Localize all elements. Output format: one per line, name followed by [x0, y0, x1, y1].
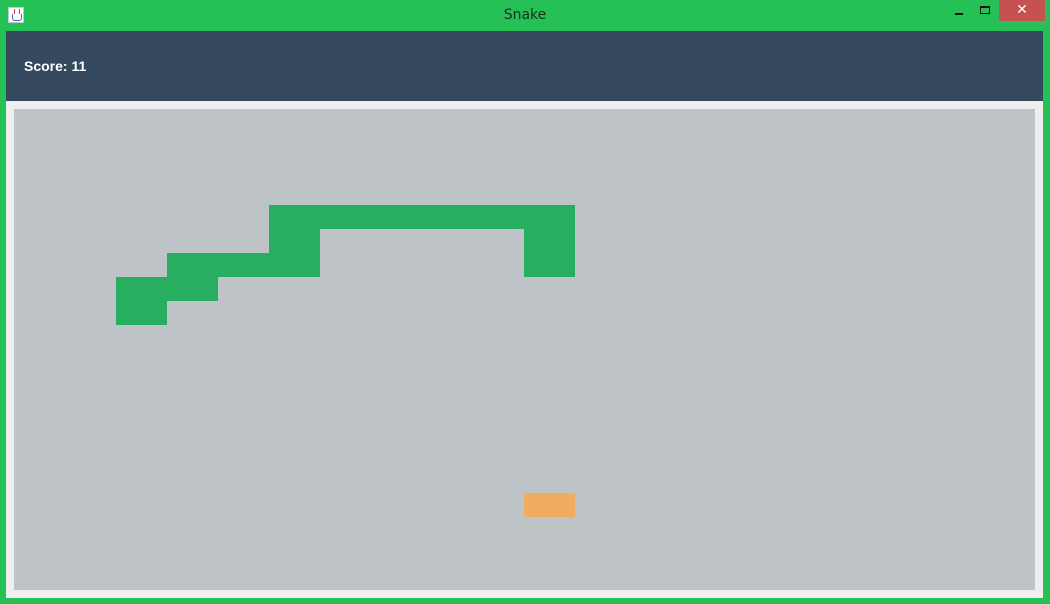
snake-segment — [269, 205, 320, 229]
snake-segment — [473, 205, 524, 229]
score-label: Score: 11 — [24, 58, 87, 74]
title-bar[interactable]: Snake ✕ — [0, 0, 1050, 31]
window-title: Snake — [503, 7, 547, 23]
snake-segment — [116, 277, 167, 301]
minimize-button[interactable] — [945, 0, 972, 21]
snake-segment — [371, 205, 422, 229]
close-button[interactable]: ✕ — [999, 0, 1045, 21]
snake-segment — [269, 229, 320, 253]
food-pellet — [524, 493, 575, 517]
snake-segment — [167, 253, 218, 277]
snake-segment — [524, 205, 575, 229]
snake-segment — [116, 301, 167, 325]
snake-segment — [320, 205, 371, 229]
maximize-icon — [980, 6, 990, 14]
close-icon: ✕ — [1016, 2, 1028, 18]
score-header: Score: 11 — [6, 31, 1043, 101]
game-client-area: Score: 11 — [6, 31, 1043, 598]
maximize-button[interactable] — [972, 0, 998, 21]
game-board[interactable] — [14, 109, 1035, 590]
app-window: Snake ✕ Score: 11 — [0, 0, 1050, 604]
snake-segment — [422, 205, 473, 229]
snake-segment — [218, 253, 269, 277]
snake-segment — [167, 277, 218, 301]
snake-segment — [524, 229, 575, 253]
snake-segment — [524, 253, 575, 277]
snake-segment — [269, 253, 320, 277]
minimize-icon — [955, 13, 963, 15]
